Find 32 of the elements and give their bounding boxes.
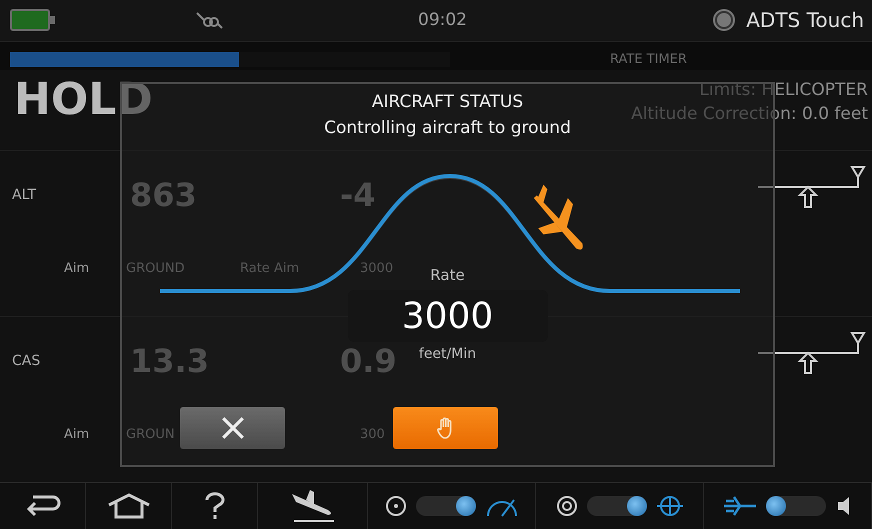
clock-time: 09:02 xyxy=(418,10,467,30)
toggle-switch[interactable] xyxy=(766,496,826,516)
rate-aim-label: Rate Aim xyxy=(240,261,300,276)
aim-label: Aim xyxy=(63,427,90,442)
rate-unit: feet/Min xyxy=(418,346,476,362)
aim-value: GROUND xyxy=(126,261,186,276)
logo-icon xyxy=(712,8,736,32)
app-name: ADTS Touch xyxy=(746,8,864,32)
gauge-icon xyxy=(384,494,408,518)
plug-icon xyxy=(194,10,224,30)
dial-icon xyxy=(554,494,578,518)
aim-value: GROUN xyxy=(126,427,176,442)
toggle-switch[interactable] xyxy=(416,496,476,516)
dialog-message: Controlling aircraft to ground xyxy=(324,118,571,138)
battery-icon xyxy=(10,9,56,32)
help-icon xyxy=(202,492,226,520)
aim-label: Aim xyxy=(63,261,90,276)
rate-timer-label: RATE TIMER xyxy=(610,52,687,67)
home-icon xyxy=(106,493,150,519)
toggle-switch[interactable] xyxy=(586,496,646,516)
jet-icon xyxy=(722,495,758,517)
mode-label: HOLD xyxy=(14,74,153,127)
cancel-button[interactable] xyxy=(180,407,285,449)
rate-label: Rate xyxy=(430,266,465,284)
rate-aim-value: 3000 xyxy=(360,261,394,276)
channel-name: CAS xyxy=(12,353,42,369)
channel-name: ALT xyxy=(12,187,38,203)
globe-icon xyxy=(654,494,684,518)
rate-aim-value: 300 xyxy=(360,427,385,442)
close-icon xyxy=(220,415,246,441)
dialog-title: AIRCRAFT STATUS xyxy=(372,92,524,112)
rate-value: 3000 xyxy=(402,296,494,336)
